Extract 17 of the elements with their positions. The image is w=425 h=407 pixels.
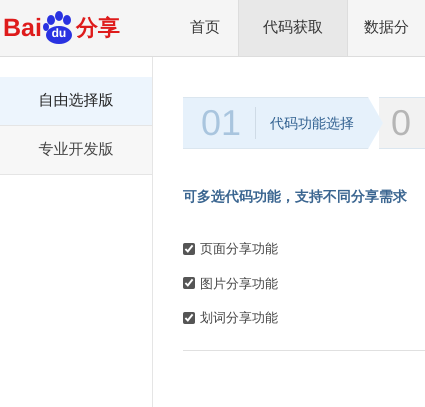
option-checkbox[interactable] — [183, 242, 195, 255]
option-label: 图片分享功能 — [200, 274, 278, 292]
nav-tab[interactable]: 首页 — [174, 0, 236, 56]
sidebar-item[interactable]: 自由选择版 — [0, 77, 152, 126]
option-label: 划词分享功能 — [200, 309, 278, 327]
nav-tab[interactable]: 代码获取 — [238, 0, 348, 56]
step-number: 0 — [391, 105, 412, 141]
section-heading: 可多选代码功能，支持不同分享需求 — [183, 187, 408, 206]
step-number: 01 — [201, 105, 242, 141]
option-label: 页面分享功能 — [200, 240, 278, 258]
nav-tab[interactable]: 数据分 — [348, 0, 425, 56]
sidebar-item[interactable]: 专业开发版 — [0, 126, 152, 175]
logo-text: Bai — [3, 16, 42, 40]
option-checkbox[interactable] — [183, 277, 195, 290]
logo-text: 分享 — [76, 17, 120, 39]
option-checkbox[interactable] — [183, 312, 195, 324]
step-label: 代码功能选择 — [270, 114, 354, 132]
